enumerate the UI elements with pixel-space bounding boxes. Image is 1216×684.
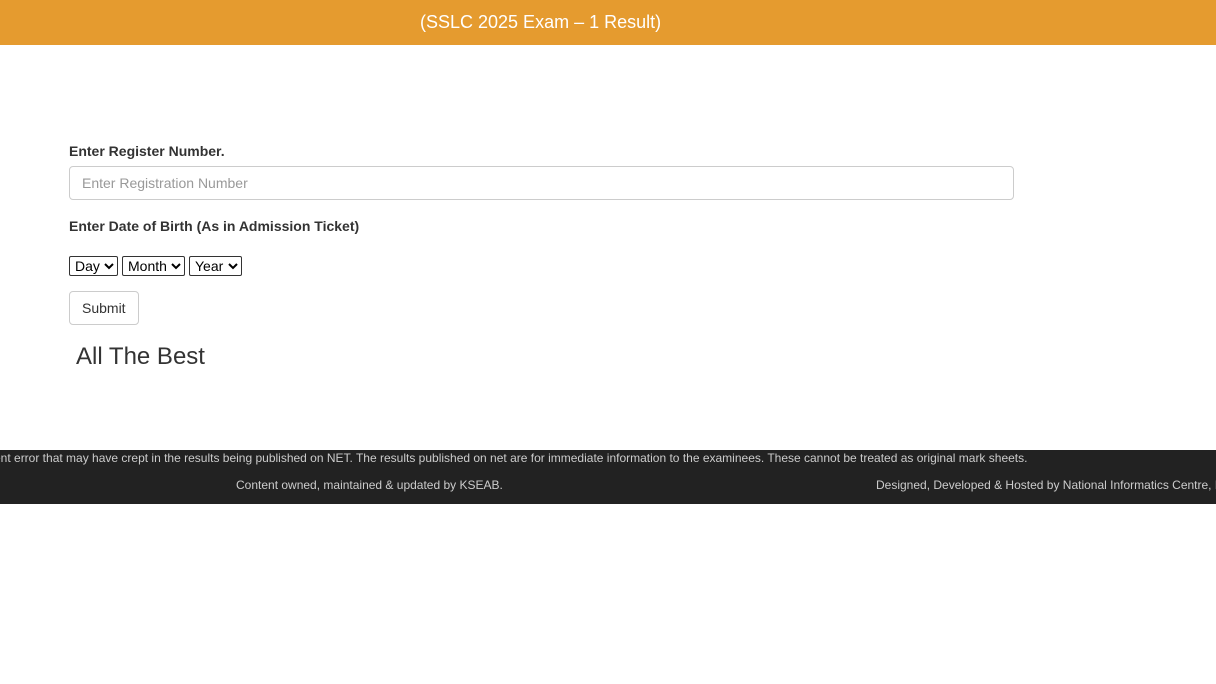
dob-selects: Day Month Year [69,256,1014,276]
footer-designed-text: Designed, Developed & Hosted by National… [876,478,1216,492]
result-form: Enter Register Number. Enter Date of Bir… [69,143,1014,325]
register-number-input[interactable] [69,166,1014,200]
register-number-label: Enter Register Number. [69,143,225,159]
dob-label: Enter Date of Birth (As in Admission Tic… [69,218,360,234]
year-select[interactable]: Year [189,256,242,276]
submit-button[interactable]: Submit [69,291,139,325]
day-select[interactable]: Day [69,256,118,276]
footer-owned-text: Content owned, maintained & updated by K… [236,478,503,492]
month-select[interactable]: Month [122,256,185,276]
header-bar: (SSLC 2025 Exam – 1 Result) [0,0,1216,45]
footer-disclaimer: ent error that may have crept in the res… [0,451,1028,465]
footer: ent error that may have crept in the res… [0,450,1216,504]
page-title: (SSLC 2025 Exam – 1 Result) [420,12,662,32]
greeting-text: All The Best [76,343,205,370]
